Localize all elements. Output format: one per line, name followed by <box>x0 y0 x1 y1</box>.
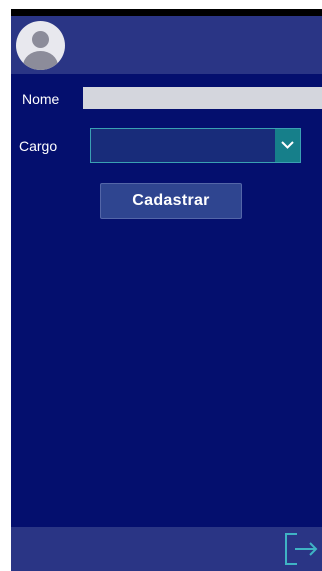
nome-input[interactable] <box>83 87 322 109</box>
nome-label: Nome <box>22 91 60 107</box>
cargo-label: Cargo <box>19 138 58 154</box>
status-bar <box>11 9 322 16</box>
app-screen: Nome Cargo Cadastrar <box>11 9 322 571</box>
header-bar <box>11 16 322 74</box>
footer-bar <box>11 527 322 571</box>
logout-icon[interactable] <box>283 532 319 566</box>
chevron-down-icon <box>281 141 294 149</box>
avatar-head <box>32 31 49 48</box>
cadastrar-button[interactable]: Cadastrar <box>100 183 242 219</box>
cargo-dropdown[interactable] <box>90 128 301 163</box>
user-avatar-icon[interactable] <box>16 21 65 70</box>
avatar-shoulders <box>23 51 58 70</box>
dropdown-toggle-button[interactable] <box>275 129 300 162</box>
